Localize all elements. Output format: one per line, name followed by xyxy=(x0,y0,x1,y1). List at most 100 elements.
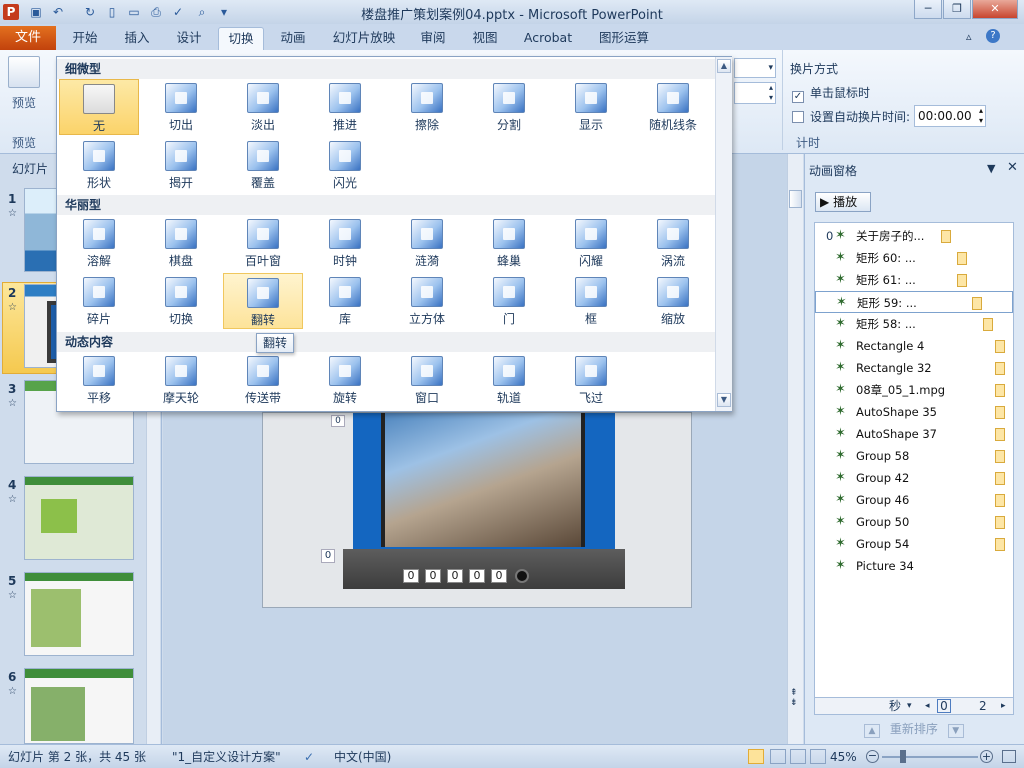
transition-option[interactable]: 分割 xyxy=(469,79,549,135)
timing-bar[interactable] xyxy=(995,494,1005,507)
transition-option[interactable]: 旋转 xyxy=(305,352,385,408)
tab-transitions[interactable]: 切换 xyxy=(218,27,264,50)
normal-view-icon[interactable] xyxy=(748,749,764,764)
timing-bar[interactable] xyxy=(972,297,982,310)
play-button[interactable]: ▶ 播放 xyxy=(815,192,871,212)
on-click-checkbox[interactable]: ✓ 单击鼠标时 xyxy=(792,84,870,103)
transition-option[interactable]: 摩天轮 xyxy=(141,352,221,408)
timing-bar[interactable] xyxy=(995,362,1005,375)
transition-option[interactable]: 平移 xyxy=(59,352,139,408)
language-status[interactable]: 中文(中国) xyxy=(334,745,391,768)
transition-option[interactable]: 碎片 xyxy=(59,273,139,329)
transition-option[interactable]: 淡出 xyxy=(223,79,303,135)
transition-option[interactable]: 时钟 xyxy=(305,215,385,271)
auto-after-checkbox[interactable]: 设置自动换片时间: xyxy=(792,108,910,125)
transition-option[interactable]: 揭开 xyxy=(141,137,221,193)
timeline-unit-dropdown-icon[interactable]: ▾ xyxy=(907,698,912,714)
transition-option[interactable]: 飞过 xyxy=(551,352,631,408)
animation-list-item[interactable]: ✶ 矩形 61: ... xyxy=(815,269,1013,291)
timeline-bar[interactable]: 秒 ▾ ◂ 0 2 ▸ xyxy=(814,697,1014,715)
editor-vertical-scrollbar[interactable]: ⇞ ⇟ xyxy=(787,154,803,744)
transition-option[interactable]: 覆盖 xyxy=(223,137,303,193)
animation-list-item[interactable]: ✶ Rectangle 4 xyxy=(815,335,1013,357)
animation-list-item[interactable]: ✶ Group 54 xyxy=(815,533,1013,555)
animation-list-item[interactable]: ✶ Picture 34 xyxy=(815,555,1013,577)
tab-slideshow[interactable]: 幻灯片放映 xyxy=(326,27,402,50)
slideshow-view-icon[interactable] xyxy=(810,749,826,764)
transition-option[interactable]: 窗口 xyxy=(387,352,467,408)
maximize-button[interactable]: ❐ xyxy=(943,0,971,19)
timing-bar[interactable] xyxy=(983,318,993,331)
transition-option[interactable]: 门 xyxy=(469,273,549,329)
timeline-right-icon[interactable]: ▸ xyxy=(1001,698,1006,714)
timing-bar[interactable] xyxy=(957,252,967,265)
animation-list-item[interactable]: ✶ Group 42 xyxy=(815,467,1013,489)
slide-thumbnail-5[interactable] xyxy=(24,572,134,656)
zoom-level[interactable]: 45% xyxy=(830,745,857,768)
tab-home[interactable]: 开始 xyxy=(62,27,108,50)
slide-sorter-icon[interactable] xyxy=(770,749,786,764)
help-icon[interactable]: ? xyxy=(986,29,1000,43)
transition-option[interactable]: 框 xyxy=(551,273,631,329)
zoom-in-icon[interactable]: + xyxy=(980,750,993,763)
animation-list-item[interactable]: ✶ Group 58 xyxy=(815,445,1013,467)
preview-button-label[interactable]: 预览 xyxy=(12,94,36,111)
transition-option[interactable]: 擦除 xyxy=(387,79,467,135)
timing-bar[interactable] xyxy=(995,406,1005,419)
reading-view-icon[interactable] xyxy=(790,749,806,764)
tab-insert[interactable]: 插入 xyxy=(114,27,160,50)
slide-thumbnail-4[interactable] xyxy=(24,476,134,560)
transition-option[interactable]: 百叶窗 xyxy=(223,215,303,271)
zoom-slider[interactable] xyxy=(882,756,978,758)
timing-bar[interactable] xyxy=(995,428,1005,441)
fit-to-window-icon[interactable] xyxy=(1002,750,1016,763)
animation-list-item[interactable]: 0 ✶ 关于房子的... xyxy=(815,225,1013,247)
animation-list-item[interactable]: ✶ AutoShape 37 xyxy=(815,423,1013,445)
tab-shape-ops[interactable]: 图形运算 xyxy=(592,27,656,50)
animation-list-item[interactable]: ✶ 矩形 60: ... xyxy=(815,247,1013,269)
timing-bar[interactable] xyxy=(995,538,1005,551)
move-up-icon[interactable]: ▲ xyxy=(864,724,880,738)
timeline-left-icon[interactable]: ◂ xyxy=(925,698,930,714)
zoom-slider-thumb[interactable] xyxy=(900,750,906,763)
slide-canvas[interactable]: 0 0 0 0 0 0 0 xyxy=(262,412,692,608)
timeline-unit[interactable]: 秒 xyxy=(889,698,901,714)
timing-bar[interactable] xyxy=(995,384,1005,397)
zoom-out-icon[interactable]: − xyxy=(866,750,879,763)
animation-list-item[interactable]: ✶ Rectangle 32 xyxy=(815,357,1013,379)
animation-list-item[interactable]: ✶ 矩形 59: ... xyxy=(815,291,1013,313)
duration-stepper[interactable]: ▴ ▾ xyxy=(734,82,776,104)
timing-bar[interactable] xyxy=(995,472,1005,485)
slide-thumbnail-6[interactable] xyxy=(24,668,134,744)
pane-options-icon[interactable]: ▼ xyxy=(987,162,995,175)
transition-option[interactable]: 库 xyxy=(305,273,385,329)
timing-bar[interactable] xyxy=(995,340,1005,353)
transition-option[interactable]: 轨道 xyxy=(469,352,549,408)
transition-option[interactable]: 溶解 xyxy=(59,215,139,271)
tab-view[interactable]: 视图 xyxy=(464,27,506,50)
minimize-button[interactable]: ─ xyxy=(914,0,942,19)
auto-time-input[interactable]: 00:00.00 ▴ ▾ xyxy=(914,105,986,127)
timing-bar[interactable] xyxy=(995,516,1005,529)
transition-option[interactable]: 涟漪 xyxy=(387,215,467,271)
transition-option[interactable]: 缩放 xyxy=(633,273,713,329)
ribbon-minimize-icon[interactable]: ▵ xyxy=(966,30,972,43)
animation-list-item[interactable]: ✶ Group 46 xyxy=(815,489,1013,511)
scroll-up-icon[interactable]: ▲ xyxy=(717,59,731,73)
transition-option[interactable]: 蜂巢 xyxy=(469,215,549,271)
animation-list-item[interactable]: ✶ Group 50 xyxy=(815,511,1013,533)
preview-icon[interactable] xyxy=(8,56,40,88)
tab-acrobat[interactable]: Acrobat xyxy=(516,27,580,50)
sound-dropdown[interactable]: ▾ xyxy=(734,58,776,78)
transition-option[interactable]: 棋盘 xyxy=(141,215,221,271)
transition-option[interactable]: 推进 xyxy=(305,79,385,135)
timing-bar[interactable] xyxy=(941,230,951,243)
tab-animations[interactable]: 动画 xyxy=(270,27,316,50)
transition-option[interactable]: 涡流 xyxy=(633,215,713,271)
proofing-icon[interactable]: ✓ xyxy=(304,745,314,768)
transition-option[interactable]: 形状 xyxy=(59,137,139,193)
timing-bar[interactable] xyxy=(957,274,967,287)
tab-design[interactable]: 设计 xyxy=(166,27,212,50)
animation-list-item[interactable]: ✶ 矩形 58: ... xyxy=(815,313,1013,335)
tab-file[interactable]: 文件 xyxy=(0,26,56,50)
